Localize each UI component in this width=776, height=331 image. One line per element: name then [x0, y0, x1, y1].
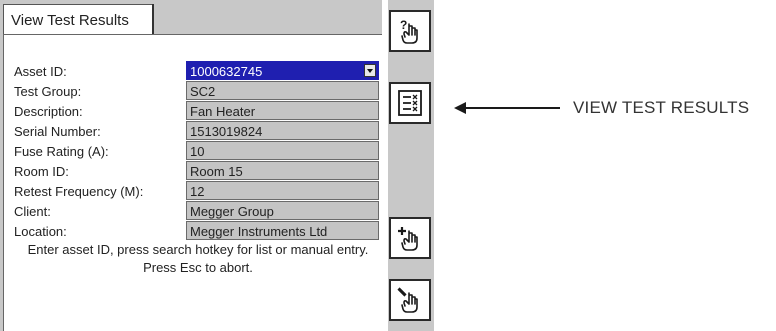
description-field[interactable]: Fan Heater	[186, 101, 379, 120]
device-screen: View Test Results Asset ID: 1000632745 T…	[0, 0, 434, 331]
retest-frequency-row: Retest Frequency (M): 12	[4, 181, 382, 201]
asset-id-input[interactable]: 1000632745	[186, 61, 379, 80]
field-label: Retest Frequency (M):	[14, 184, 144, 199]
field-label: Test Group:	[14, 84, 82, 99]
field-label: Description:	[14, 104, 83, 119]
field-label: Serial Number:	[14, 124, 101, 139]
room-id-row: Room ID: Room 15	[4, 161, 382, 181]
annotation-label: VIEW TEST RESULTS	[573, 98, 750, 117]
test-group-field[interactable]: SC2	[186, 81, 379, 100]
field-label: Fuse Rating (A):	[14, 144, 109, 159]
field-label: Client:	[14, 204, 51, 219]
room-id-field[interactable]: Room 15	[186, 161, 379, 180]
retest-frequency-field[interactable]: 12	[186, 181, 379, 200]
add-hand-icon	[398, 227, 418, 251]
location-row: Location: Megger Instruments Ltd	[4, 221, 382, 241]
fuse-rating-field[interactable]: 10	[186, 141, 379, 160]
help-hotkey-button[interactable]: ?	[389, 10, 431, 52]
dropdown-arrow-icon[interactable]	[364, 64, 376, 77]
field-label: Room ID:	[14, 164, 69, 179]
client-field[interactable]: Megger Group	[186, 201, 379, 220]
asset-form-panel: Asset ID: 1000632745 Test Group: SC2 Des…	[3, 34, 385, 331]
field-label: Asset ID:	[14, 64, 67, 79]
asset-id-value: 1000632745	[190, 64, 263, 79]
hotkey-divider	[382, 0, 388, 331]
asset-id-row: Asset ID: 1000632745	[4, 61, 382, 81]
add-hotkey-button[interactable]	[389, 217, 431, 259]
tab-label: View Test Results	[11, 12, 129, 29]
tab-divider	[152, 4, 154, 36]
description-row: Description: Fan Heater	[4, 101, 382, 121]
svg-text:?: ?	[400, 18, 407, 32]
fuse-rating-row: Fuse Rating (A): 10	[4, 141, 382, 161]
client-row: Client: Megger Group	[4, 201, 382, 221]
field-label: Location:	[14, 224, 67, 239]
tab-view-test-results[interactable]: View Test Results	[3, 4, 154, 34]
view-test-results-hotkey-button[interactable]	[389, 82, 431, 124]
edit-hotkey-button[interactable]	[389, 279, 431, 321]
help-hand-icon: ?	[400, 18, 418, 44]
test-group-row: Test Group: SC2	[4, 81, 382, 101]
edit-hand-icon	[397, 287, 418, 313]
arrow-left-icon	[454, 102, 560, 114]
instruction-text: Enter asset ID, press search hotkey for …	[27, 242, 369, 275]
serial-number-row: Serial Number: 1513019824	[4, 121, 382, 141]
view-test-results-icon	[398, 90, 422, 116]
location-field[interactable]: Megger Instruments Ltd	[186, 221, 379, 240]
serial-number-field[interactable]: 1513019824	[186, 121, 379, 140]
